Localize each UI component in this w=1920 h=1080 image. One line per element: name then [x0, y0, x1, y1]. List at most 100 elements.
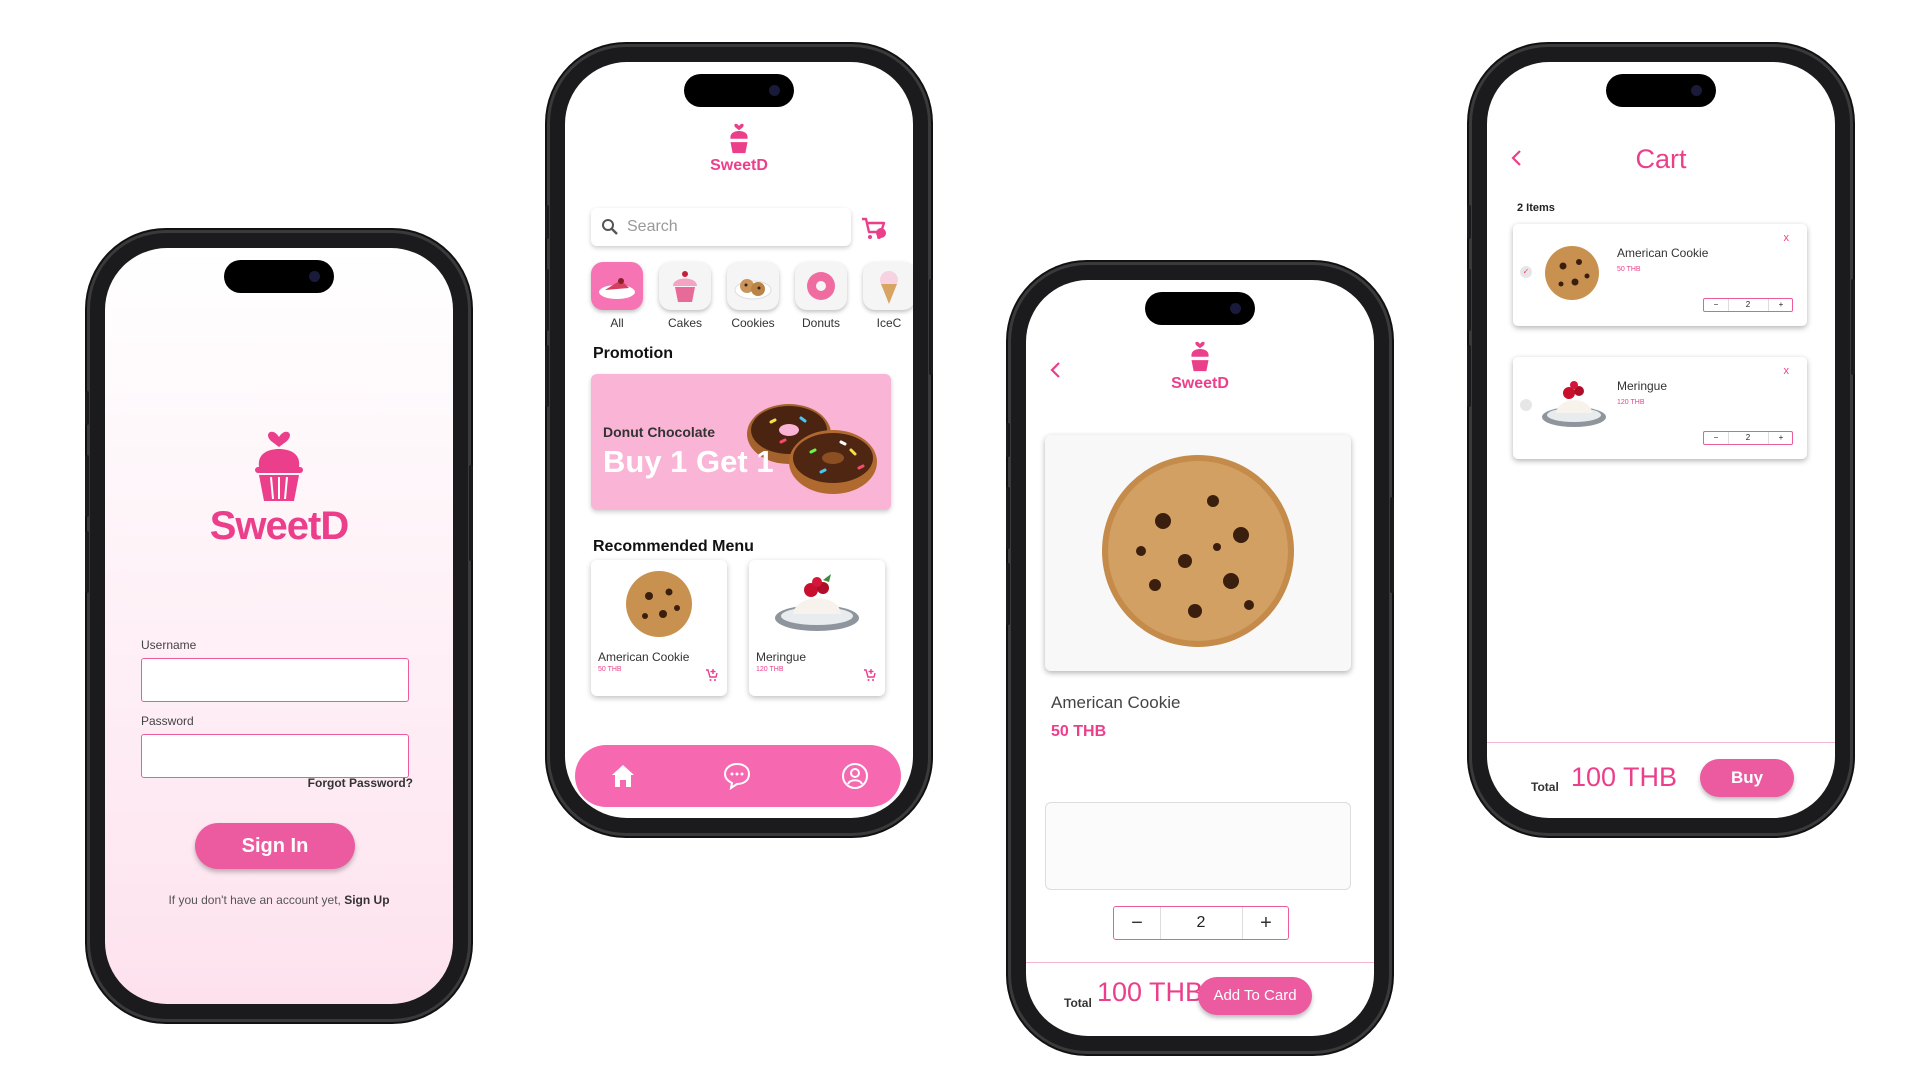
chat-icon[interactable] — [722, 762, 752, 795]
total-label: Total — [1531, 780, 1559, 794]
cupcake-logo-icon — [255, 431, 303, 501]
profile-icon[interactable] — [841, 762, 869, 795]
product-card-meringue[interactable]: Meringue 120 THB — [749, 560, 885, 696]
search-placeholder: Search — [627, 218, 678, 235]
category-cakes[interactable]: Cakes — [657, 262, 713, 330]
login-screen: SweetD Username Password Forgot Password… — [105, 248, 453, 1004]
recommended-title: Recommended Menu — [593, 538, 754, 555]
item-price: 120 THB — [1617, 399, 1645, 406]
product-detail-screen: SweetD American Cookie 50 THB − 2 + Tota… — [1026, 280, 1374, 1036]
brand-name: SweetD — [710, 157, 768, 174]
donut-icon — [807, 272, 835, 300]
category-label: Donuts — [801, 316, 841, 330]
remove-item-button[interactable]: x — [1784, 365, 1790, 377]
item-name: American Cookie — [1617, 246, 1709, 260]
product-price: 50 THB — [1051, 723, 1107, 740]
sign-in-button[interactable]: Sign In — [195, 823, 355, 869]
quantity-value: 2 — [1196, 914, 1206, 931]
increase-button[interactable]: + — [1242, 907, 1289, 939]
page-title: Cart — [1635, 144, 1687, 174]
quantity-stepper: − 2 + — [1703, 298, 1793, 312]
items-count: 2 Items — [1517, 202, 1555, 214]
buy-button[interactable]: Buy — [1700, 759, 1794, 797]
item-checkbox[interactable]: ✓ — [1520, 266, 1532, 278]
promo-banner[interactable]: Donut Chocolate Buy 1 Get 1 — [591, 374, 891, 510]
category-label: Cookies — [731, 316, 775, 330]
cookie-image — [1545, 246, 1599, 300]
cart-screen: Cart 2 Items x ✓ American Cookie 50 THB … — [1487, 62, 1835, 818]
category-label: Cakes — [667, 316, 702, 330]
footer-divider — [1026, 962, 1374, 963]
app-logo: SweetD — [565, 120, 913, 175]
item-checkbox[interactable] — [1520, 399, 1532, 411]
home-screen: SweetD Search All Cakes Cookies Donuts I… — [565, 62, 913, 818]
brand-name: SweetD — [1171, 375, 1229, 392]
cookie-image — [626, 571, 692, 637]
promo-subtitle: Donut Chocolate — [603, 424, 715, 440]
cookie-image — [1102, 455, 1294, 647]
product-card-american-cookie[interactable]: American Cookie 50 THB — [591, 560, 727, 696]
ice-cream-icon — [880, 271, 898, 304]
remove-item-button[interactable]: x — [1784, 232, 1790, 244]
username-label: Username — [141, 638, 197, 652]
category-cookies[interactable]: Cookies — [725, 262, 781, 330]
search-input[interactable]: Search — [591, 208, 851, 246]
username-input[interactable] — [141, 658, 409, 702]
plate-cake-icon — [599, 278, 635, 299]
increase-button[interactable]: + — [1768, 299, 1793, 311]
add-to-card-button[interactable]: Add To Card — [1198, 977, 1312, 1015]
phone-home: SweetD Search All Cakes Cookies Donuts I… — [545, 47, 933, 833]
promo-headline: Buy 1 Get 1 — [603, 444, 774, 479]
brand-name: SweetD — [209, 504, 350, 548]
category-label: All — [610, 316, 624, 330]
note-textarea[interactable] — [1045, 802, 1351, 890]
forgot-password-link[interactable]: Forgot Password? — [308, 776, 413, 790]
meringue-image — [1542, 381, 1606, 427]
cart-icon[interactable] — [861, 216, 887, 247]
decrease-button[interactable]: − — [1704, 432, 1729, 444]
home-icon[interactable] — [609, 762, 637, 795]
dynamic-island — [1606, 74, 1716, 107]
app-logo: SweetD — [105, 423, 453, 549]
password-input[interactable] — [141, 734, 409, 778]
dynamic-island — [224, 260, 334, 293]
decrease-button[interactable]: − — [1114, 907, 1161, 939]
add-to-cart-icon[interactable] — [705, 668, 719, 687]
cart-item-meringue: x Meringue 120 THB − 2 + — [1513, 357, 1807, 459]
search-icon — [601, 208, 619, 261]
dynamic-island — [1145, 292, 1255, 325]
dynamic-island — [684, 74, 794, 107]
footer-divider — [1487, 742, 1835, 743]
phone-cart: Cart 2 Items x ✓ American Cookie 50 THB … — [1467, 47, 1855, 833]
quantity-value: 2 — [1745, 433, 1751, 442]
cupcake-logo-icon — [730, 123, 748, 154]
signup-prefix: If you don't have an account yet, — [168, 893, 341, 907]
total-label: Total — [1064, 996, 1092, 1010]
decrease-button[interactable]: − — [1704, 299, 1729, 311]
product-name: American Cookie — [598, 650, 690, 664]
cart-item-american-cookie: x ✓ American Cookie 50 THB − 2 + — [1513, 224, 1807, 326]
cupcake-logo-icon — [1191, 341, 1209, 372]
increase-button[interactable]: + — [1768, 432, 1793, 444]
item-name: Meringue — [1617, 379, 1668, 393]
product-price: 120 THB — [756, 666, 784, 673]
product-image — [1045, 435, 1351, 671]
phone-login: SweetD Username Password Forgot Password… — [85, 233, 473, 1019]
app-logo: SweetD — [1026, 338, 1374, 393]
quantity-stepper: − 2 + — [1703, 431, 1793, 445]
sign-up-link[interactable]: Sign Up — [344, 893, 389, 907]
category-icecream[interactable]: IceC — [861, 262, 913, 330]
promotion-title: Promotion — [593, 345, 673, 362]
category-all[interactable]: All — [589, 262, 645, 330]
total-value: 100 THB — [1571, 762, 1678, 792]
signup-prompt: If you don't have an account yet, Sign U… — [105, 893, 453, 907]
category-row: All Cakes Cookies Donuts IceC — [589, 262, 913, 332]
add-to-cart-icon[interactable] — [863, 668, 877, 687]
cookie-plate-icon — [734, 279, 772, 300]
product-name: American Cookie — [1051, 693, 1181, 712]
bottom-nav — [575, 745, 901, 807]
category-donuts[interactable]: Donuts — [793, 262, 849, 330]
cupcake-icon — [673, 271, 697, 302]
total-value: 100 THB — [1097, 977, 1204, 1007]
category-label: IceC — [876, 316, 902, 330]
